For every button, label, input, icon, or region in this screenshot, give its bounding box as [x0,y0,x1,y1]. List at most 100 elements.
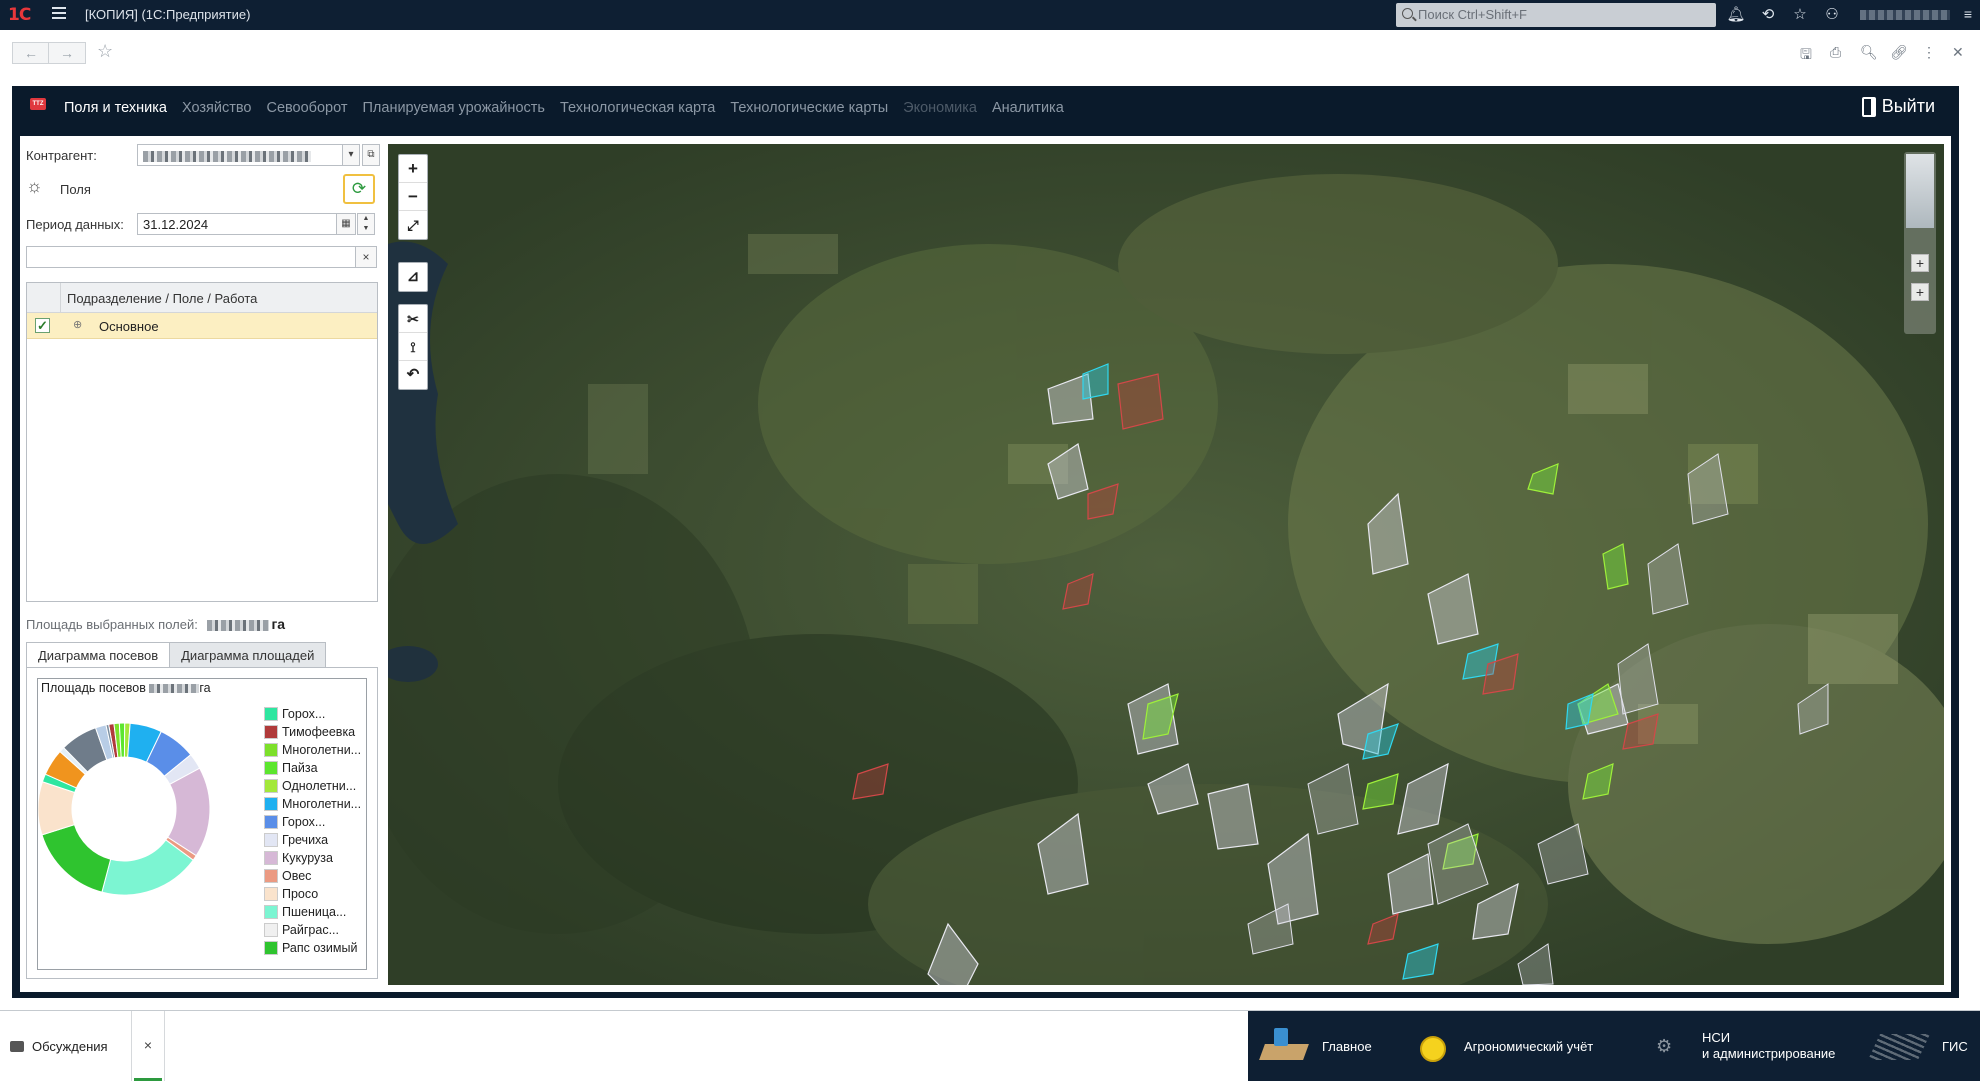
legend-item: Горох... [264,813,361,831]
kontragent-label: Контрагент: [26,148,97,163]
user-icon[interactable]: ⚇ [1822,6,1842,24]
zoom-out-button[interactable]: − [399,183,427,211]
date-stepper[interactable]: ▲ ▼ [357,213,375,235]
user-name-blurred[interactable] [1860,10,1950,20]
tab-0[interactable]: Поля и техника [64,100,167,116]
layer-add-button-1[interactable]: + [1911,254,1929,272]
legend-item: Пшеница... [264,903,361,921]
close-discussions-button[interactable]: × [132,1011,165,1081]
kontragent-field[interactable] [137,144,343,166]
discussions-button[interactable]: Обсуждения [0,1011,132,1081]
legend-label: Райграс... [282,923,339,937]
tab-area-diagram[interactable]: Диаграмма площадей [169,642,327,668]
back-button[interactable]: ← [12,42,50,64]
legend-item: Просо [264,885,361,903]
legend-swatch [264,743,278,757]
close-icon[interactable]: ✕ [1952,44,1964,61]
legend-swatch [264,725,278,739]
link-icon[interactable]: 🔗︎ [1890,44,1908,61]
legend-label: Пшеница... [282,905,347,919]
row-checkbox[interactable]: ✓ [35,318,50,333]
fields-label: Поля [60,182,91,197]
map-canvas[interactable] [388,144,1944,985]
tab-1[interactable]: Хозяйство [182,100,252,116]
tab-5[interactable]: Технологические карты [730,100,888,116]
section-nsi-label: НСИ и администрирование [1702,1030,1836,1061]
tab-crop-diagram[interactable]: Диаграмма посевов [26,642,171,668]
satellite-map[interactable]: + − ⤢ ⊿ ✂ ⟟ ↶ + + [388,144,1944,985]
tree-row[interactable]: ✓ ⊕ Основное [27,313,377,339]
split-icon[interactable]: ⟟ [399,333,427,361]
kontragent-open-button[interactable]: ⧉ [362,144,380,166]
favorite-star-icon[interactable]: ☆ [97,41,113,62]
tab-3[interactable]: Планируемая урожайность [363,100,545,116]
measure-icon[interactable]: ⊿ [399,263,427,291]
gear-icon: ⚙ [1656,1036,1673,1056]
tab-6[interactable]: Экономика [903,100,977,116]
legend-swatch [264,707,278,721]
area-value-blurred [207,620,270,632]
tab-7[interactable]: Аналитика [992,100,1064,116]
area-label: Площадь выбранных полей: [26,617,198,632]
section-main[interactable]: Главное [1259,1011,1372,1081]
legend-label: Однолетни... [282,779,357,793]
period-date-input[interactable]: 31.12.2024 [137,213,337,235]
window-title: [КОПИЯ] (1С:Предприятие) [85,7,251,22]
left-panel: Контрагент: ▾ ⧉ ☼ Поля ⟳ Период данных: … [24,140,380,988]
bell-icon[interactable]: 🔔︎ [1726,6,1746,24]
legend-label: Овес [282,869,312,883]
kontragent-dropdown-button[interactable]: ▾ [342,144,360,166]
brand-logo: ТТZ [30,98,46,110]
tab-2[interactable]: Севооборот [266,100,347,116]
kontragent-value-blurred [143,151,311,163]
save-icon[interactable]: 🖫 [1800,44,1812,68]
refresh-icon: ⟳ [351,179,367,198]
more-icon[interactable]: ⋮ [1922,44,1936,61]
fields-sun-icon: ☼ [26,176,43,196]
donut-slice [41,824,112,893]
coin-icon [1418,1026,1448,1066]
layer-thumbnail[interactable] [1906,154,1934,228]
sections-panel: Обсуждения × Главное Агрономический учёт… [0,1010,1980,1081]
search-icon [1402,8,1413,19]
section-agro[interactable]: Агрономический учёт [1418,1011,1593,1081]
undo-icon[interactable]: ↶ [399,361,427,389]
layer-add-button-2[interactable]: + [1911,283,1929,301]
tree-header: Подразделение / Поле / Работа [27,283,377,313]
print-icon[interactable]: ⎙ [1830,44,1841,61]
tree-column-header: Подразделение / Поле / Работа [67,291,258,306]
measure-tool[interactable]: ⊿ [398,262,428,292]
history-icon[interactable]: ⟲ [1758,6,1778,24]
section-gis[interactable]: ГИС [1867,1011,1968,1081]
calendar-button[interactable]: ▦ [336,213,356,235]
clear-search-button[interactable]: × [355,246,377,268]
legend-label: Гречиха [282,833,329,847]
area-unit: га [271,616,286,632]
star-icon[interactable]: ☆ [1790,6,1810,24]
hamburger-menu-icon[interactable] [52,7,66,22]
chart-title-text: Площадь посевов [41,681,146,695]
exit-label: Выйти [1881,96,1935,116]
tab-4[interactable]: Технологическая карта [560,100,715,116]
refresh-button[interactable]: ⟳ [343,174,375,204]
exit-button[interactable]: Выйти [1861,96,1935,117]
title-bar: 1С [КОПИЯ] (1С:Предприятие) Поиск Ctrl+S… [0,0,1980,30]
preview-icon[interactable]: 🔍︎ [1860,44,1878,61]
legend-item: Тимофеевка [264,723,361,741]
legend-label: Горох... [282,707,326,721]
zoom-in-button[interactable]: + [399,155,427,183]
legend-swatch [264,905,278,919]
cut-icon[interactable]: ✂ [399,305,427,333]
tree-search-input[interactable] [26,246,356,268]
window-menu-icon[interactable]: ≡ [1964,6,1972,22]
legend-swatch [264,941,278,955]
selected-area: Площадь выбранных полей: га [26,616,285,632]
chart-title: Площадь посевов га [41,681,211,695]
global-search-input[interactable]: Поиск Ctrl+Shift+F [1396,3,1716,27]
field-icon [1867,1026,1931,1066]
legend-item: Овес [264,867,361,885]
fit-extent-button[interactable]: ⤢ [399,211,427,239]
forward-button[interactable]: → [48,42,86,64]
expand-icon[interactable]: ⊕ [73,318,82,331]
section-nsi[interactable]: ⚙ НСИ и администрирование [1656,1011,1835,1081]
